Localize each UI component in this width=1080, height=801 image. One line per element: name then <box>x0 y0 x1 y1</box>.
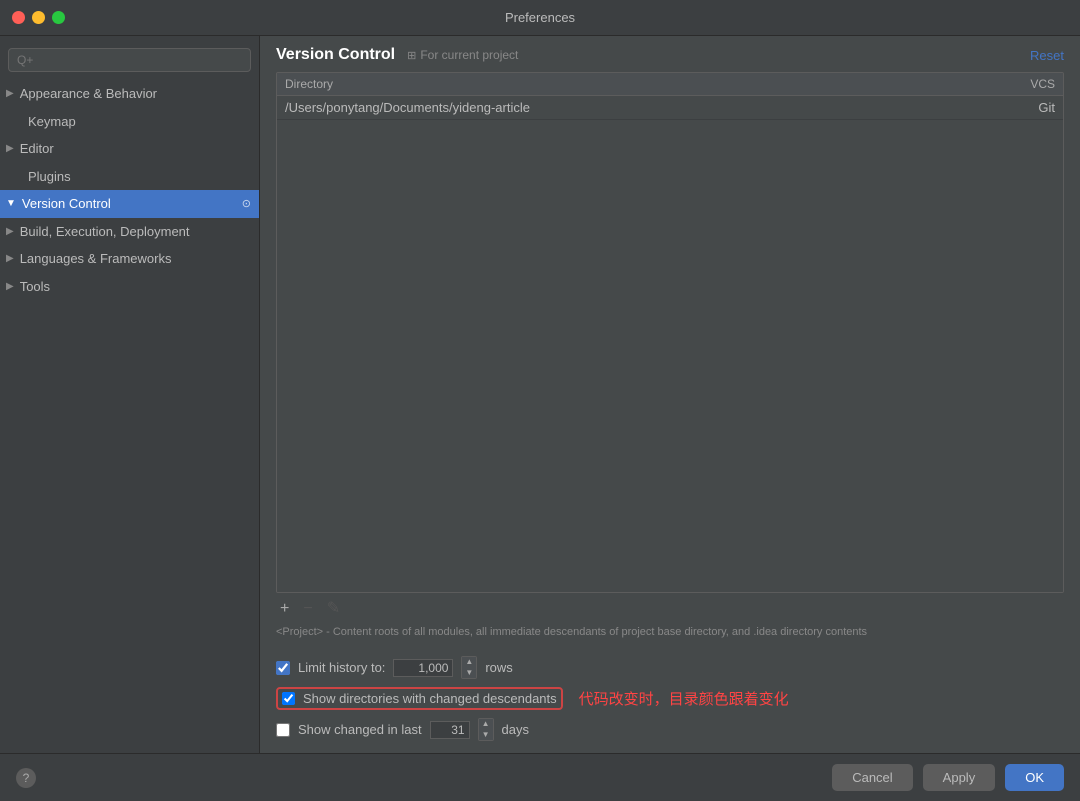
chevron-icon: ▼ <box>6 196 16 211</box>
show-changed-spinner: ▲ ▼ <box>478 718 494 741</box>
show-changed-input[interactable] <box>430 721 470 739</box>
content-title: Version Control <box>276 46 395 64</box>
ok-button[interactable]: OK <box>1005 764 1064 791</box>
limit-history-input[interactable] <box>393 659 453 677</box>
col-directory-header: Directory <box>285 77 975 91</box>
row-vcs: Git <box>975 100 1055 115</box>
show-dirs-checkbox[interactable] <box>282 692 295 705</box>
search-input[interactable] <box>8 48 251 72</box>
chevron-icon: ▶ <box>6 224 14 239</box>
chevron-icon: ▶ <box>6 86 14 101</box>
sidebar-item-tools[interactable]: ▶ Tools <box>0 273 259 301</box>
sidebar-item-label: Keymap <box>28 112 76 132</box>
apply-button[interactable]: Apply <box>923 764 996 791</box>
footer-right: Cancel Apply OK <box>832 764 1064 791</box>
limit-history-suffix: rows <box>485 660 512 675</box>
footer-left: ? <box>16 768 36 788</box>
chevron-icon: ▶ <box>6 141 14 156</box>
sidebar-item-appearance[interactable]: ▶ Appearance & Behavior <box>0 80 259 108</box>
table-header: Directory VCS <box>277 73 1063 96</box>
chevron-icon: ▶ <box>6 279 14 294</box>
window-title: Preferences <box>505 10 575 25</box>
content-header: Version Control ⊞ For current project Re… <box>260 36 1080 72</box>
limit-history-spinner: ▲ ▼ <box>461 656 477 679</box>
sidebar-item-languages[interactable]: ▶ Languages & Frameworks <box>0 245 259 273</box>
content-header-left: Version Control ⊞ For current project <box>276 46 518 64</box>
sidebar-item-label: Appearance & Behavior <box>20 84 157 104</box>
show-dirs-highlight-box: Show directories with changed descendant… <box>276 687 563 710</box>
description-text: <Project> - Content roots of all modules… <box>260 625 1080 648</box>
help-button[interactable]: ? <box>16 768 36 788</box>
row-directory: /Users/ponytang/Documents/yideng-article <box>285 100 975 115</box>
show-dirs-label: Show directories with changed descendant… <box>303 691 557 706</box>
window-controls <box>12 11 65 24</box>
titlebar: Preferences <box>0 0 1080 36</box>
main-layout: ▶ Appearance & Behavior Keymap ▶ Editor … <box>0 36 1080 753</box>
vcs-badge-icon: ⊙ <box>242 196 251 213</box>
spinner-up[interactable]: ▲ <box>479 719 493 729</box>
spinner-up[interactable]: ▲ <box>462 657 476 667</box>
show-dirs-annotation-row: Show directories with changed descendant… <box>276 683 1064 714</box>
close-button[interactable] <box>12 11 25 24</box>
remove-button[interactable]: − <box>299 599 316 619</box>
show-changed-row: Show changed in last ▲ ▼ days <box>276 714 1064 745</box>
sidebar-item-build[interactable]: ▶ Build, Execution, Deployment <box>0 218 259 246</box>
chevron-icon: ▶ <box>6 251 14 266</box>
limit-history-checkbox[interactable] <box>276 661 290 675</box>
limit-history-row: Limit history to: ▲ ▼ rows <box>276 652 1064 683</box>
sidebar-item-plugins[interactable]: Plugins <box>0 163 259 191</box>
vcs-toolbar: + − ✎ <box>260 593 1080 625</box>
reset-button[interactable]: Reset <box>1030 48 1064 63</box>
add-button[interactable]: + <box>276 599 293 619</box>
content-subtitle: ⊞ For current project <box>407 48 518 62</box>
maximize-button[interactable] <box>52 11 65 24</box>
sidebar-item-label: Languages & Frameworks <box>20 249 172 269</box>
content-area: Version Control ⊞ For current project Re… <box>260 36 1080 753</box>
sidebar-item-version-control[interactable]: ▼ Version Control ⊙ <box>0 190 259 218</box>
annotation-text: 代码改变时，目录颜色跟着变化 <box>579 688 789 709</box>
sidebar-item-label: Version Control <box>22 194 111 214</box>
spinner-down[interactable]: ▼ <box>479 730 493 740</box>
spinner-down[interactable]: ▼ <box>462 668 476 678</box>
options-section: Limit history to: ▲ ▼ rows Show director… <box>260 648 1080 753</box>
limit-history-label: Limit history to: <box>298 660 385 675</box>
sidebar-item-label: Editor <box>20 139 54 159</box>
sidebar-item-label: Plugins <box>28 167 71 187</box>
sidebar-item-keymap[interactable]: Keymap <box>0 108 259 136</box>
sidebar-item-label: Tools <box>20 277 50 297</box>
sidebar-item-editor[interactable]: ▶ Editor <box>0 135 259 163</box>
vcs-table: Directory VCS /Users/ponytang/Documents/… <box>276 72 1064 593</box>
edit-button[interactable]: ✎ <box>323 599 344 619</box>
subtitle-text: For current project <box>420 48 518 62</box>
help-icon: ? <box>23 771 30 785</box>
sidebar: ▶ Appearance & Behavior Keymap ▶ Editor … <box>0 36 260 753</box>
cancel-button[interactable]: Cancel <box>832 764 912 791</box>
table-body: /Users/ponytang/Documents/yideng-article… <box>277 96 1063 592</box>
project-icon: ⊞ <box>407 49 416 62</box>
col-vcs-header: VCS <box>975 77 1055 91</box>
table-row[interactable]: /Users/ponytang/Documents/yideng-article… <box>277 96 1063 120</box>
sidebar-items: ▶ Appearance & Behavior Keymap ▶ Editor … <box>0 80 259 753</box>
show-changed-label: Show changed in last <box>298 722 422 737</box>
show-changed-suffix: days <box>502 722 529 737</box>
minimize-button[interactable] <box>32 11 45 24</box>
footer: ? Cancel Apply OK <box>0 753 1080 801</box>
sidebar-item-label: Build, Execution, Deployment <box>20 222 190 242</box>
show-changed-checkbox[interactable] <box>276 723 290 737</box>
